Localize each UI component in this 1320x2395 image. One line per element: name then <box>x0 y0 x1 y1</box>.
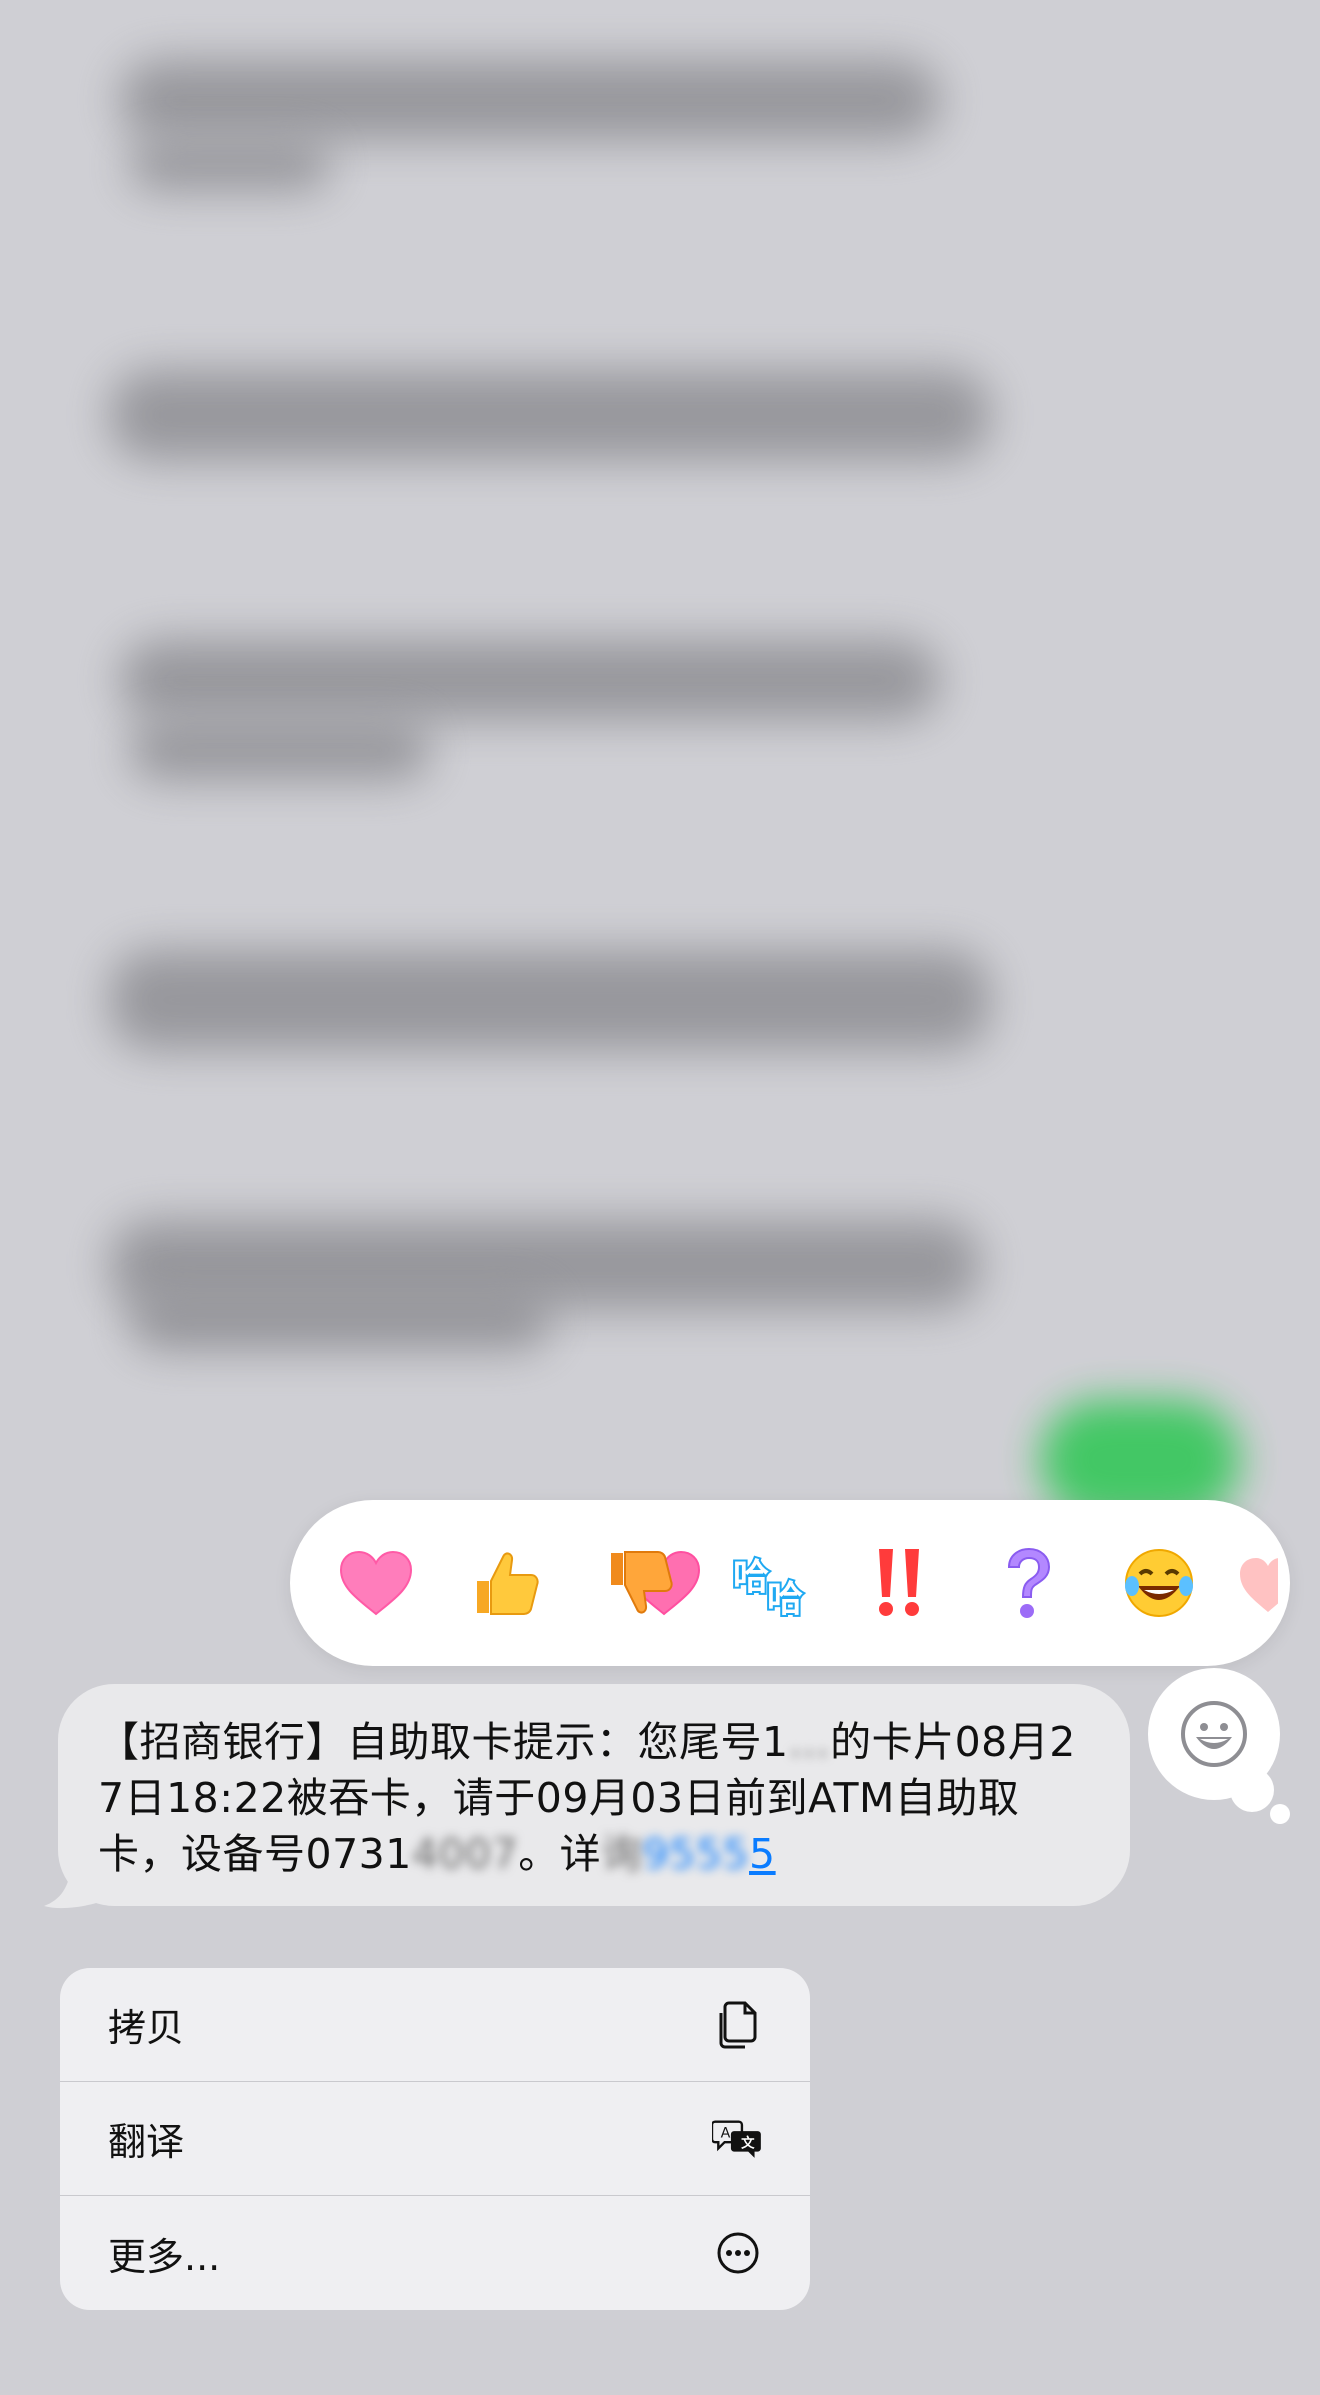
redacted-text: 询 <box>601 1830 643 1878</box>
reaction-haha[interactable]: 哈 哈 <box>722 1534 820 1632</box>
reaction-laughing[interactable] <box>1110 1534 1208 1632</box>
laughing-face-icon <box>1125 1549 1193 1617</box>
bubble-tail-dot <box>1230 1768 1274 1812</box>
reaction-question[interactable] <box>980 1534 1078 1632</box>
menu-item-translate[interactable]: 翻译 A 文 <box>60 2082 810 2196</box>
translate-icon: A 文 <box>712 2113 764 2165</box>
bubble-tail-dot <box>1270 1804 1290 1824</box>
smiley-icon <box>1181 1701 1247 1767</box>
menu-item-copy[interactable]: 拷贝 <box>60 1968 810 2082</box>
question-icon <box>1007 1547 1051 1618</box>
reaction-thumbs-up[interactable] <box>456 1534 554 1632</box>
svg-text:A: A <box>721 2125 731 2141</box>
double-exclamation-icon <box>879 1549 919 1616</box>
thumbs-up-icon <box>477 1552 539 1615</box>
redacted-link-text: 55 <box>695 1830 750 1878</box>
menu-item-more[interactable]: 更多... <box>60 2196 810 2310</box>
redacted-text: … <box>788 1718 831 1766</box>
message-text-segment: 【招商银行】自助取卡提示：您尾号1 <box>98 1718 789 1766</box>
svg-text:哈: 哈 <box>767 1579 803 1619</box>
more-icon <box>712 2227 764 2279</box>
redacted-text: 4007 <box>411 1830 519 1878</box>
svg-text:文: 文 <box>741 2134 755 2151</box>
thumbs-down-icon <box>611 1551 673 1614</box>
copy-icon <box>712 1999 764 2051</box>
menu-item-label: 翻译 <box>108 2120 185 2164</box>
message-text: 【招商银行】自助取卡提示：您尾号1…的卡片08月27日18:22被吞卡，请于09… <box>98 1714 1090 1882</box>
menu-item-label: 更多... <box>108 2234 221 2279</box>
phone-link[interactable]: 95555 <box>643 1830 776 1878</box>
message-bubble[interactable]: 【招商银行】自助取卡提示：您尾号1…的卡片08月27日18:22被吞卡，请于09… <box>58 1684 1130 1906</box>
redacted-link-text: 95 <box>642 1830 696 1878</box>
reaction-heart[interactable] <box>327 1534 425 1632</box>
reaction-partial-heart[interactable] <box>1238 1556 1278 1616</box>
heart-icon <box>339 1550 413 1616</box>
message-text-segment: 。详 <box>518 1830 602 1878</box>
svg-text:哈: 哈 <box>733 1557 769 1598</box>
heart-icon <box>1240 1558 1278 1612</box>
haha-icon: 哈 哈 <box>731 1555 805 1619</box>
link-text: 5 <box>749 1830 776 1878</box>
reaction-exclamation[interactable] <box>850 1534 948 1632</box>
reaction-thumbs-down[interactable] <box>590 1534 688 1632</box>
menu-item-label: 拷贝 <box>108 2006 185 2050</box>
context-menu: 拷贝 翻译 A 文 更多... <box>60 1968 810 2310</box>
